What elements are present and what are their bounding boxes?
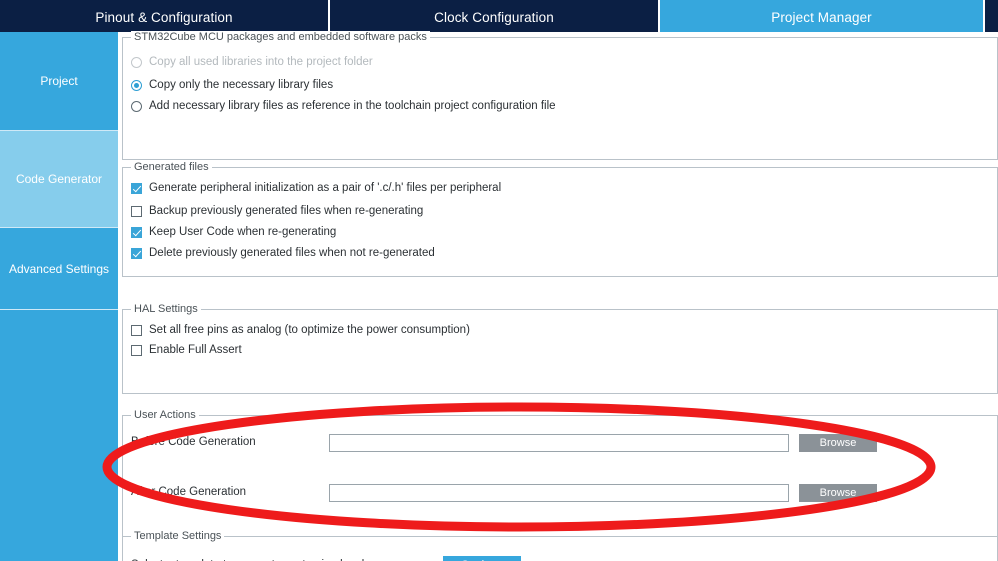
checkbox-icon [131, 226, 142, 238]
code-generator-panel: STM32Cube MCU packages and embedded soft… [118, 31, 998, 561]
tab-pinout-configuration[interactable]: Pinout & Configuration [0, 0, 330, 35]
checkbox-icon [131, 324, 142, 336]
tab-clock-configuration[interactable]: Clock Configuration [330, 0, 660, 35]
tab-label: Pinout & Configuration [95, 10, 233, 25]
group-title: STM32Cube MCU packages and embedded soft… [131, 31, 430, 43]
checkbox-label: Backup previously generated files when r… [149, 205, 424, 217]
checkbox-label: Delete previously generated files when n… [149, 247, 435, 259]
radio-label: Add necessary library files as reference… [149, 100, 556, 112]
project-manager-sidebar: Project Code Generator Advanced Settings [0, 32, 118, 561]
checkbox-enable-full-assert[interactable]: Enable Full Assert [131, 344, 242, 356]
radio-label: Copy only the necessary library files [149, 79, 334, 91]
group-title: User Actions [131, 409, 199, 421]
group-user-actions: User Actions Before Code Generation Brow… [122, 409, 998, 554]
checkbox-generate-peripheral-init-pair[interactable]: Generate peripheral initialization as a … [131, 182, 501, 194]
tab-project-manager[interactable]: Project Manager [660, 0, 985, 35]
after-code-generation-browse-button[interactable]: Browse [799, 484, 877, 502]
checkbox-delete-previously-generated[interactable]: Delete previously generated files when n… [131, 247, 435, 259]
tab-label: Clock Configuration [434, 10, 554, 25]
radio-icon [131, 56, 142, 68]
before-code-generation-browse-button[interactable]: Browse [799, 434, 877, 452]
radio-copy-necessary-library-files[interactable]: Copy only the necessary library files [131, 79, 333, 91]
before-code-generation-input[interactable] [329, 434, 789, 452]
checkbox-label: Enable Full Assert [149, 344, 242, 356]
group-mcu-packages: STM32Cube MCU packages and embedded soft… [122, 31, 998, 160]
group-title: HAL Settings [131, 303, 201, 315]
sidebar-item-label: Project [40, 74, 78, 88]
tab-label: Project Manager [771, 10, 872, 25]
checkbox-icon [131, 182, 142, 194]
main-tab-bar: Pinout & Configuration Clock Configurati… [0, 0, 998, 35]
stm32cubemx-window: Pinout & Configuration Clock Configurati… [0, 0, 998, 561]
radio-icon [131, 100, 142, 112]
sidebar-item-project[interactable]: Project [0, 32, 118, 131]
radio-add-library-as-reference[interactable]: Add necessary library files as reference… [131, 100, 556, 112]
checkbox-label: Set all free pins as analog (to optimize… [149, 324, 470, 336]
checkbox-icon [131, 344, 142, 356]
radio-copy-all-libraries[interactable]: Copy all used libraries into the project… [131, 56, 373, 68]
tab-overflow[interactable] [985, 0, 998, 35]
checkbox-backup-previously-generated[interactable]: Backup previously generated files when r… [131, 205, 423, 217]
after-code-generation-label: After Code Generation [131, 486, 247, 498]
checkbox-icon [131, 247, 142, 259]
sidebar-item-label: Advanced Settings [8, 261, 110, 276]
row-after-code-generation: After Code Generation Browse [123, 484, 997, 502]
group-generated-files: Generated files Generate peripheral init… [122, 161, 998, 277]
after-code-generation-input[interactable] [329, 484, 789, 502]
group-title: Template Settings [131, 530, 225, 542]
checkbox-set-free-pins-analog[interactable]: Set all free pins as analog (to optimize… [131, 324, 470, 336]
group-template-settings: Template Settings Select a template to g… [122, 530, 998, 561]
sidebar-item-code-generator[interactable]: Code Generator [0, 131, 118, 228]
sidebar-item-label: Code Generator [15, 172, 103, 186]
radio-label: Copy all used libraries into the project… [149, 56, 373, 68]
row-before-code-generation: Before Code Generation Browse [123, 434, 997, 452]
checkbox-keep-user-code[interactable]: Keep User Code when re-generating [131, 226, 336, 238]
group-title: Generated files [131, 161, 212, 173]
group-hal-settings: HAL Settings Set all free pins as analog… [122, 303, 998, 394]
checkbox-label: Generate peripheral initialization as a … [149, 182, 502, 194]
checkbox-icon [131, 205, 142, 217]
radio-icon [131, 79, 142, 91]
before-code-generation-label: Before Code Generation [131, 436, 256, 448]
sidebar-empty-area [0, 310, 118, 561]
sidebar-item-advanced-settings[interactable]: Advanced Settings [0, 228, 118, 310]
template-settings-button[interactable]: Settings [443, 556, 521, 561]
checkbox-label: Keep User Code when re-generating [149, 226, 337, 238]
